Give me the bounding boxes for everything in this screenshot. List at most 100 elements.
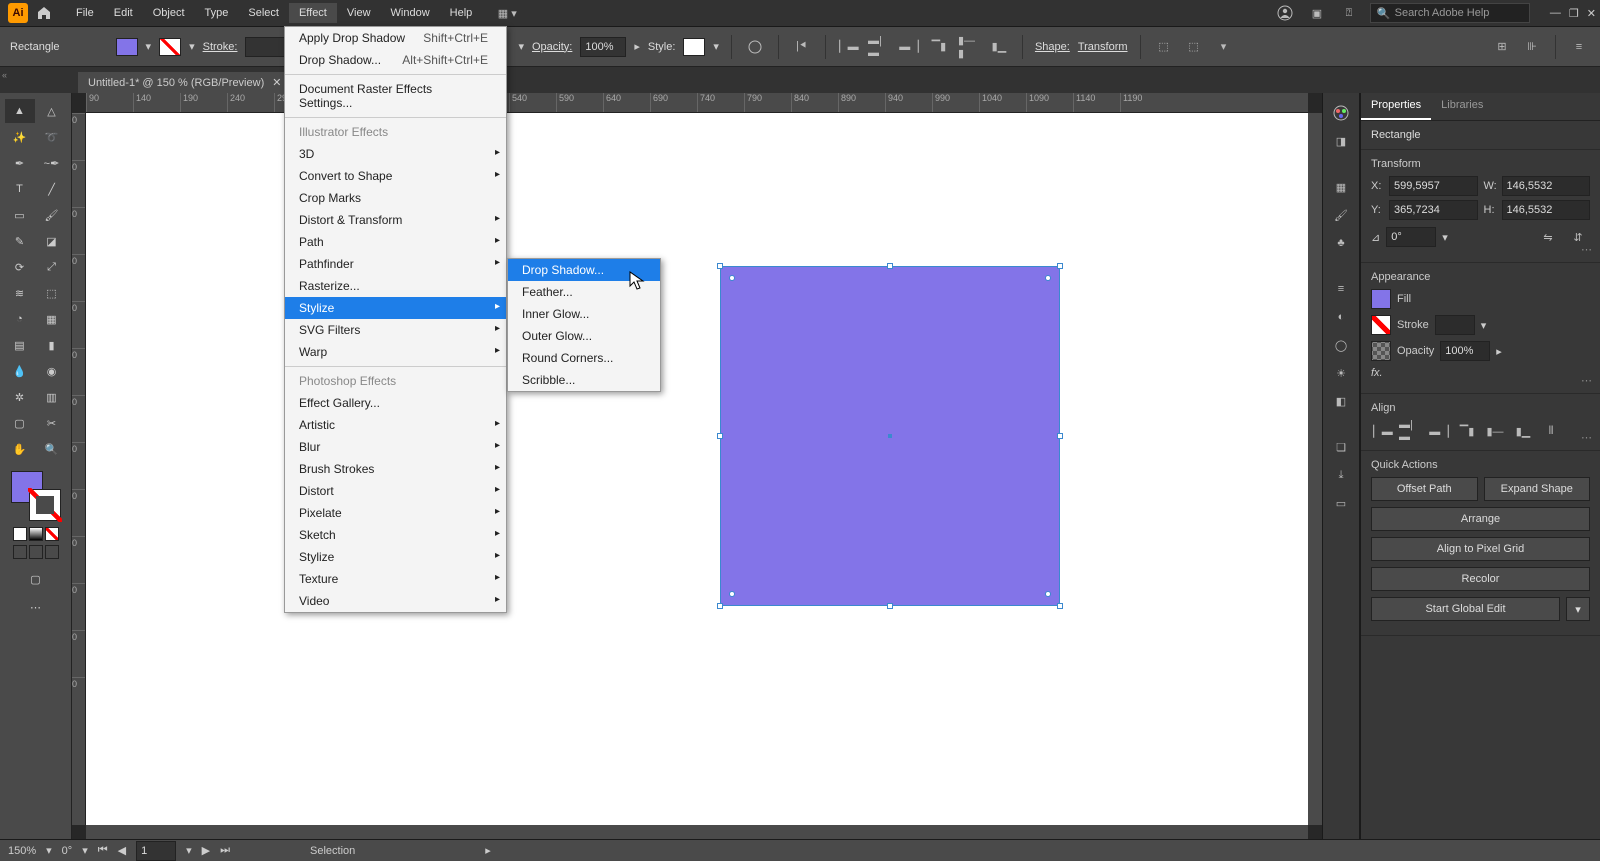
rotate-tool[interactable]: ⟳ [5, 255, 35, 279]
line-tool[interactable]: ╱ [37, 177, 67, 201]
menu-item-pixelate[interactable]: Pixelate [285, 502, 506, 524]
menu-item-artistic[interactable]: Artistic [285, 414, 506, 436]
paintbrush-tool[interactable]: 🖌 [37, 203, 67, 227]
menu-apply-last[interactable]: Apply Drop ShadowShift+Ctrl+E [285, 27, 506, 49]
draw-mode-boxes[interactable] [13, 545, 59, 559]
style-swatch[interactable] [683, 38, 705, 56]
chevron-down-icon[interactable]: ▾ [82, 844, 88, 857]
fill-swatch[interactable] [116, 38, 138, 56]
align-v-center-icon[interactable]: ▮—▮ [958, 36, 980, 58]
rotate-input[interactable] [1386, 227, 1436, 247]
menu-item-distort-transform[interactable]: Distort & Transform [285, 209, 506, 231]
shape-transform-link[interactable]: Transform [1078, 41, 1128, 53]
recolor-button[interactable]: Recolor [1371, 567, 1590, 591]
selected-rectangle-shape[interactable] [720, 266, 1060, 606]
menu-item-blur[interactable]: Blur [285, 436, 506, 458]
align-h-left-icon[interactable]: ▏▬ [838, 36, 860, 58]
user-icon[interactable] [1274, 2, 1296, 24]
stroke-swatch[interactable] [159, 38, 181, 56]
chevron-down-icon[interactable]: ▾ [1213, 36, 1235, 58]
menu-edit[interactable]: Edit [104, 3, 143, 23]
perspective-tool[interactable]: ▦ [37, 307, 67, 331]
offset-path-button[interactable]: Offset Path [1371, 477, 1478, 501]
recolor-icon[interactable] [744, 36, 766, 58]
edit-similar-icon[interactable]: ⊞ [1491, 36, 1513, 58]
edit-toolbar-icon[interactable]: ⋯ [21, 595, 51, 619]
chevron-down-icon[interactable]: ▾ [1481, 319, 1487, 332]
chevron-down-icon[interactable]: ▾ [518, 40, 524, 53]
menu-effect[interactable]: Effect [289, 3, 337, 23]
y-input[interactable] [1389, 200, 1478, 220]
symbol-spray-tool[interactable]: ✲ [5, 385, 35, 409]
layers-panel-icon[interactable]: ❏ [1327, 435, 1355, 459]
submenu-item-inner-glow[interactable]: Inner Glow... [508, 303, 660, 325]
menu-item-video[interactable]: Video [285, 590, 506, 612]
last-artboard-icon[interactable]: ⏭ [220, 844, 230, 857]
menu-item-path[interactable]: Path [285, 231, 506, 253]
search-learn-icon[interactable]: ⍰ [1338, 2, 1360, 24]
artboards-panel-icon[interactable]: ▭ [1327, 491, 1355, 515]
appearance-fill-swatch[interactable] [1371, 289, 1391, 309]
tab-libraries[interactable]: Libraries [1431, 93, 1493, 120]
submenu-item-scribble[interactable]: Scribble... [508, 369, 660, 391]
zoom-tool[interactable]: 🔍 [37, 437, 67, 461]
menu-file[interactable]: File [66, 3, 104, 23]
color-mode-boxes[interactable] [13, 527, 59, 541]
gradient-panel-icon[interactable]: ◐ [1327, 305, 1355, 329]
appearance-stroke-input[interactable] [1435, 315, 1475, 335]
menu-item-warp[interactable]: Warp [285, 341, 506, 363]
stroke-panel-icon[interactable]: ≡ [1327, 277, 1355, 301]
hand-tool[interactable]: ✋ [5, 437, 35, 461]
chevron-right-icon[interactable]: ▸ [634, 40, 640, 53]
align-left-icon[interactable]: |⯇ [791, 36, 813, 58]
transparency-panel-icon[interactable]: ◯ [1327, 333, 1355, 357]
tab-properties[interactable]: Properties [1361, 93, 1431, 120]
align-hcenter-icon[interactable]: ▬|▬ [1399, 420, 1423, 442]
workspace-switcher-icon[interactable]: ▦ ▾ [496, 2, 518, 24]
stroke-weight-input[interactable] [245, 37, 285, 57]
more-options-icon[interactable]: ⋯ [1581, 243, 1592, 256]
color-panel-icon[interactable] [1327, 101, 1355, 125]
menu-item-distort[interactable]: Distort [285, 480, 506, 502]
submenu-item-round-corners[interactable]: Round Corners... [508, 347, 660, 369]
menu-item-svg-filters[interactable]: SVG Filters [285, 319, 506, 341]
chevron-down-icon[interactable]: ▾ [1566, 597, 1590, 621]
menu-help[interactable]: Help [440, 3, 483, 23]
more-options-icon[interactable]: ⋯ [1581, 431, 1592, 444]
align-bottom-icon[interactable]: ▮▁ [1511, 420, 1535, 442]
menu-view[interactable]: View [337, 3, 381, 23]
eraser-tool[interactable]: ◪ [37, 229, 67, 253]
scale-tool[interactable]: ⤢ [37, 255, 67, 279]
appearance-opacity-swatch[interactable] [1371, 341, 1391, 361]
appearance-opacity-input[interactable] [1440, 341, 1490, 361]
x-input[interactable] [1389, 176, 1478, 196]
lasso-tool[interactable]: ➰ [37, 125, 67, 149]
type-tool[interactable]: T [5, 177, 35, 201]
menu-object[interactable]: Object [143, 3, 195, 23]
ruler-vertical[interactable]: 0000000000000 [72, 113, 86, 825]
appearance-panel-icon[interactable]: ☀ [1327, 361, 1355, 385]
artboard-number-input[interactable] [136, 841, 176, 861]
menu-type[interactable]: Type [195, 3, 239, 23]
artboard[interactable] [86, 113, 1308, 825]
flip-h-icon[interactable]: ⇋ [1536, 226, 1560, 248]
align-vcenter-icon[interactable]: ▮— [1483, 420, 1507, 442]
align-h-center-icon[interactable]: ▬|▬ [868, 36, 890, 58]
color-guide-icon[interactable]: ◨ [1327, 129, 1355, 153]
align-v-top-icon[interactable]: ▔▮ [928, 36, 950, 58]
maximize-icon[interactable]: ❐ [1569, 7, 1579, 20]
graphic-styles-icon[interactable]: ◧ [1327, 389, 1355, 413]
home-icon[interactable] [36, 5, 52, 21]
screen-mode-tool[interactable]: ▢ [21, 567, 51, 591]
submenu-item-outer-glow[interactable]: Outer Glow... [508, 325, 660, 347]
mesh-tool[interactable]: ▤ [5, 333, 35, 357]
fill-stroke-control[interactable] [11, 471, 61, 521]
arrange-button[interactable]: Arrange [1371, 507, 1590, 531]
fx-label[interactable]: fx. [1371, 367, 1383, 379]
stroke-color-box[interactable] [29, 489, 61, 521]
free-transform-tool[interactable]: ⬚ [37, 281, 67, 305]
prev-artboard-icon[interactable]: ◀ [118, 844, 126, 857]
brushes-panel-icon[interactable]: 🖌 [1327, 203, 1355, 227]
menu-item-3d[interactable]: 3D [285, 143, 506, 165]
align-top-icon[interactable]: ▔▮ [1455, 420, 1479, 442]
